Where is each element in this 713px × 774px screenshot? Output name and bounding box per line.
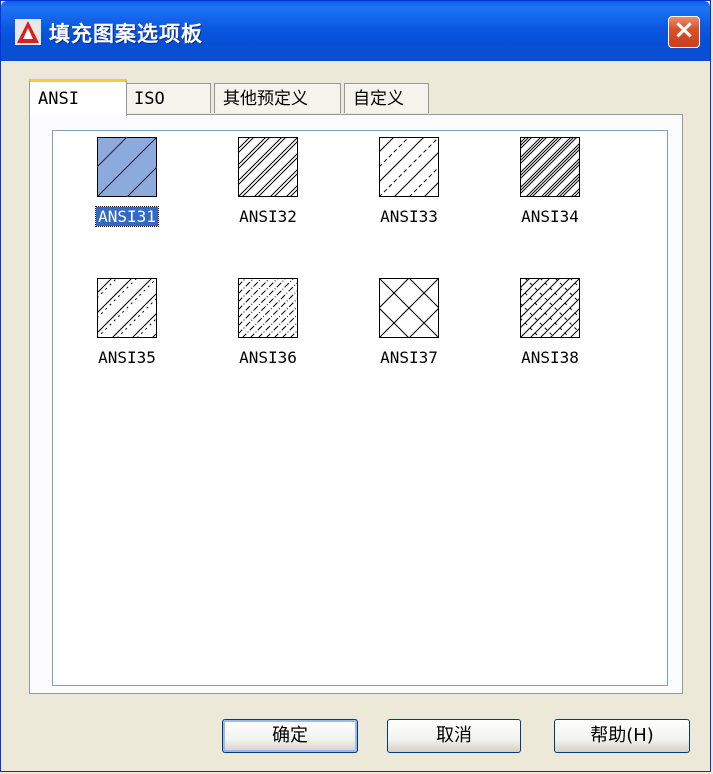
pattern-label: ANSI36 [239, 348, 297, 367]
hatch-ansi37-swatch [379, 278, 439, 338]
pattern-label: ANSI31 [95, 206, 159, 227]
cancel-button[interactable]: 取消 [387, 719, 521, 753]
pattern-list[interactable]: ANSI31 ANSI32 ANSI33 ANSI34 ANSI35 ANSI3… [52, 130, 668, 686]
hatch-ansi38-swatch [520, 278, 580, 338]
pattern-ansi37[interactable]: ANSI37 [349, 278, 469, 388]
tab-custom[interactable]: 自定义 [344, 83, 429, 113]
window-title: 填充图案选项板 [49, 22, 203, 46]
hatch-ansi35-swatch [97, 278, 157, 338]
pattern-label: ANSI34 [521, 207, 579, 226]
title-bar[interactable]: 填充图案选项板 × [1, 1, 710, 61]
tab-ansi[interactable]: ANSI [29, 79, 127, 116]
pattern-ansi36[interactable]: ANSI36 [208, 278, 328, 388]
hatch-ansi32-swatch [238, 137, 298, 197]
autocad-icon [15, 19, 41, 45]
ok-button[interactable]: 确定 [222, 719, 358, 753]
close-icon: × [673, 15, 695, 45]
pattern-ansi33[interactable]: ANSI33 [349, 137, 469, 247]
tab-panel: ANSI31 ANSI32 ANSI33 ANSI34 ANSI35 ANSI3… [29, 114, 683, 694]
pattern-ansi38[interactable]: ANSI38 [490, 278, 610, 388]
hatch-ansi31-swatch [97, 137, 157, 197]
pattern-label: ANSI33 [380, 207, 438, 226]
pattern-ansi35[interactable]: ANSI35 [67, 278, 187, 388]
pattern-label: ANSI38 [521, 348, 579, 367]
hatch-ansi36-swatch [238, 278, 298, 338]
help-button[interactable]: 帮助(H) [554, 719, 690, 753]
pattern-label: ANSI32 [239, 207, 297, 226]
tab-other-predefined[interactable]: 其他预定义 [214, 83, 341, 113]
pattern-ansi31[interactable]: ANSI31 [67, 137, 187, 247]
pattern-label: ANSI37 [380, 348, 438, 367]
hatch-ansi33-swatch [379, 137, 439, 197]
pattern-ansi32[interactable]: ANSI32 [208, 137, 328, 247]
hatch-pattern-palette-dialog: 填充图案选项板 × ANSI ISO 其他预定义 自定义 ANSI31 ANSI… [0, 0, 711, 772]
pattern-ansi34[interactable]: ANSI34 [490, 137, 610, 247]
close-button[interactable]: × [668, 15, 700, 48]
hatch-ansi34-swatch [520, 137, 580, 197]
pattern-label: ANSI35 [98, 348, 156, 367]
tab-iso[interactable]: ISO [125, 83, 211, 113]
